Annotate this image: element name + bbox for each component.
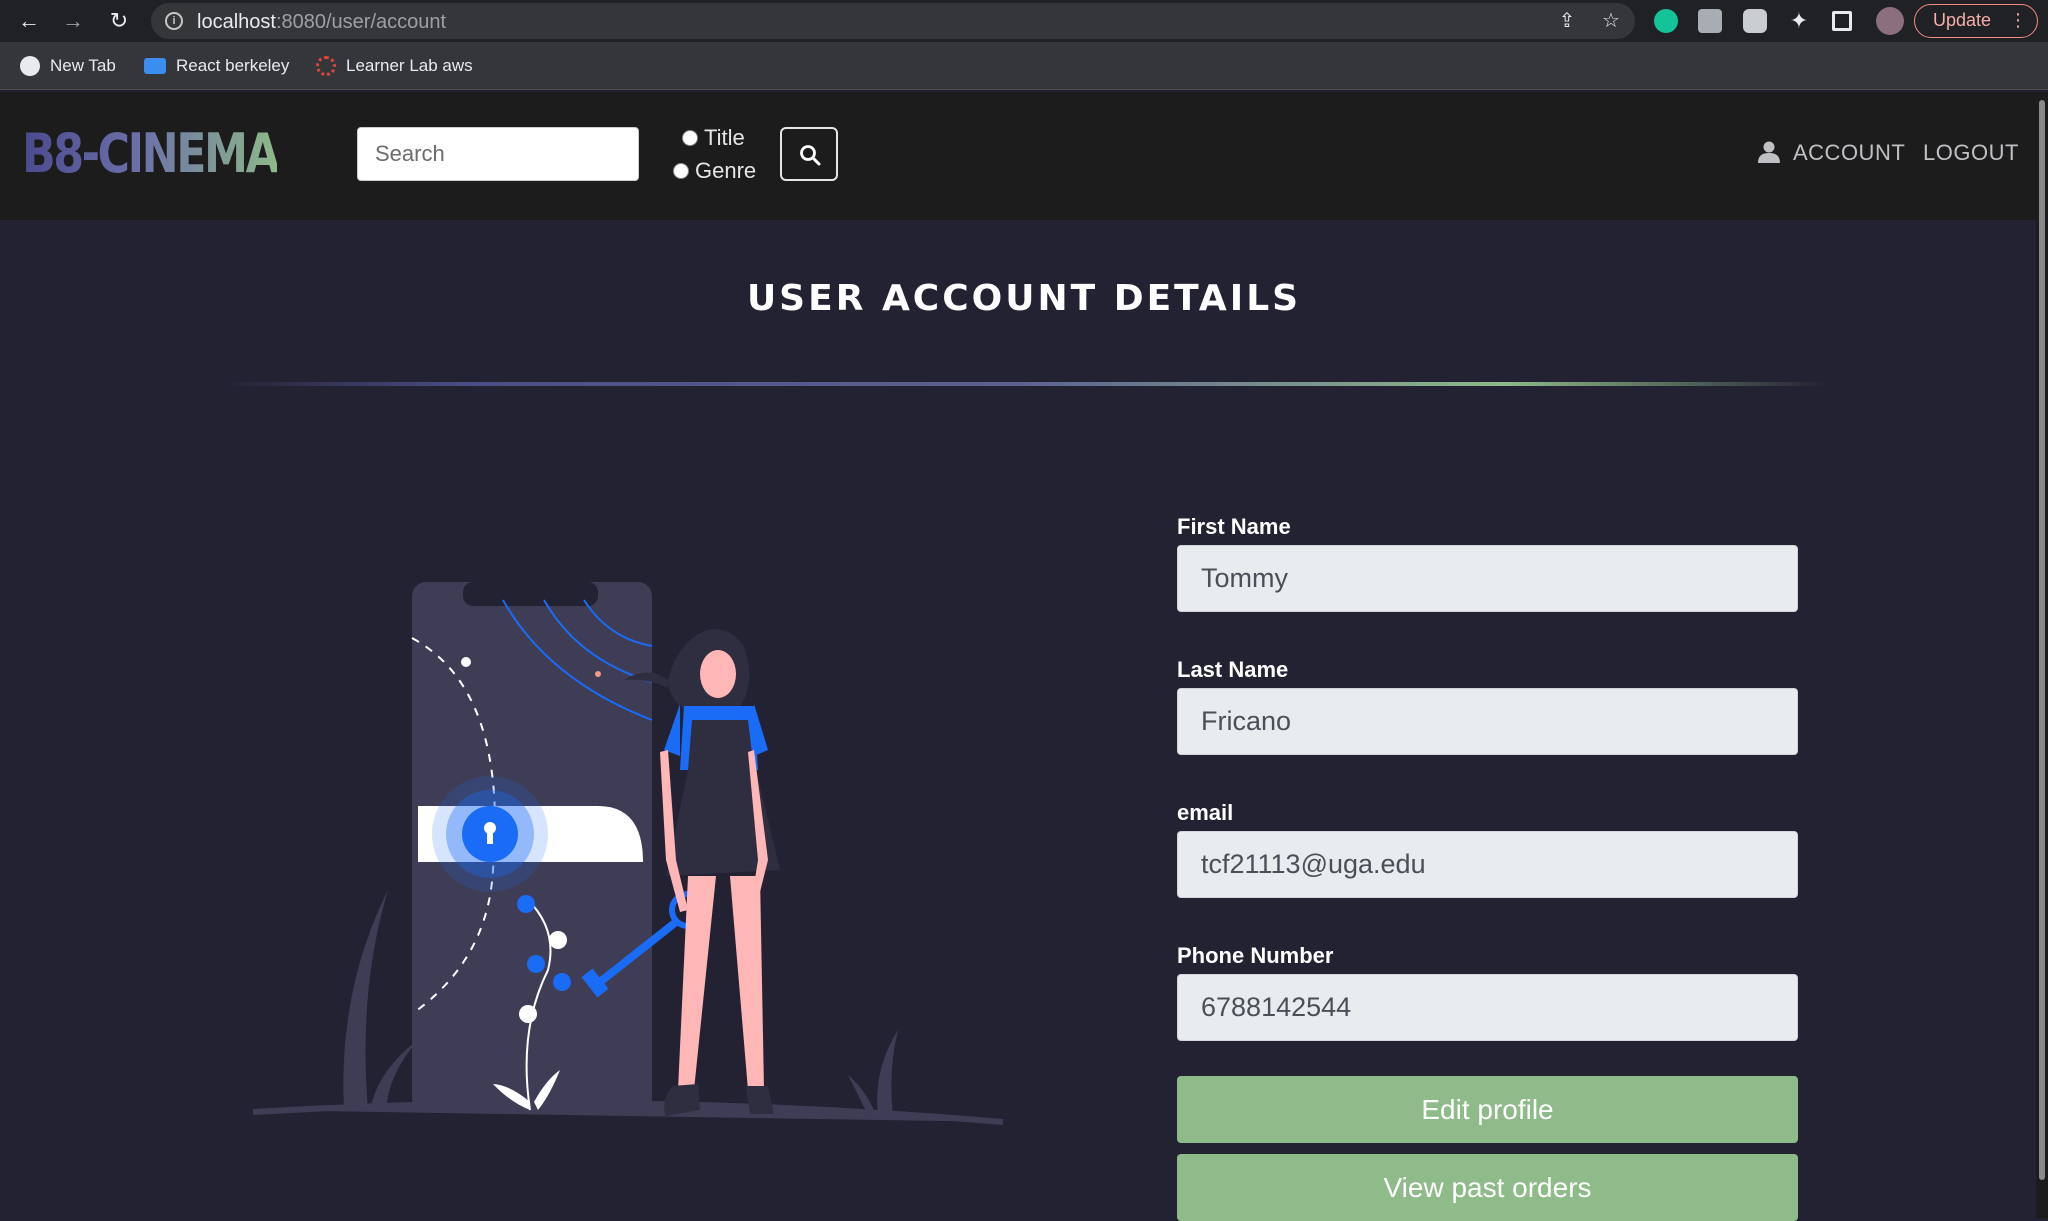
page-title: USER ACCOUNT DETAILS	[746, 278, 1302, 319]
bookmarks-bar: New Tab React berkeley Learner Lab aws	[0, 42, 2048, 90]
update-button[interactable]: Update ⋮	[1914, 4, 2038, 38]
url-text: localhost:8080/user/account	[197, 11, 446, 34]
reload-icon[interactable]: ↻	[106, 8, 132, 34]
url-path: :8080/user/account	[275, 11, 447, 33]
radio-title[interactable]	[682, 130, 698, 146]
last-name-label: Last Name	[1177, 657, 1289, 682]
monitor-icon	[144, 58, 166, 74]
email-field[interactable]	[1177, 831, 1798, 898]
bookmark-react-berkeley[interactable]: React berkeley	[144, 54, 289, 78]
aws-icon	[316, 56, 336, 76]
radio-title-option[interactable]: Title	[682, 125, 745, 151]
share-icon[interactable]: ⇪	[1555, 9, 1579, 33]
grammarly-extension-icon[interactable]	[1654, 9, 1678, 33]
address-bar[interactable]: i localhost:8080/user/account ⇪ ☆	[151, 3, 1635, 39]
extension-icon[interactable]	[1698, 9, 1722, 33]
page-scrollbar[interactable]	[2036, 92, 2048, 1218]
update-label: Update	[1933, 10, 1992, 30]
radio-genre[interactable]	[673, 163, 689, 179]
bookmark-label: Learner Lab aws	[346, 56, 473, 75]
phone-field[interactable]	[1177, 974, 1798, 1041]
scrollbar-thumb[interactable]	[2039, 100, 2045, 1180]
account-link[interactable]: ACCOUNT	[1793, 140, 1905, 166]
globe-icon	[20, 56, 40, 76]
extensions-puzzle-icon[interactable]: ✦	[1787, 9, 1811, 33]
bookmark-new-tab[interactable]: New Tab	[20, 54, 116, 78]
camera-extension-icon[interactable]	[1743, 9, 1767, 33]
bookmark-learner-lab[interactable]: Learner Lab aws	[316, 54, 473, 78]
radio-genre-option[interactable]: Genre	[673, 158, 756, 184]
site-info-icon[interactable]: i	[165, 12, 183, 30]
bookmark-star-icon[interactable]: ☆	[1599, 9, 1623, 33]
search-icon	[800, 145, 821, 166]
gradient-divider	[222, 382, 1826, 386]
side-panel-icon[interactable]	[1832, 11, 1852, 31]
bookmark-label: React berkeley	[176, 56, 290, 75]
forward-arrow-icon[interactable]: →	[60, 8, 86, 34]
first-name-field[interactable]	[1177, 545, 1798, 612]
search-input[interactable]	[357, 127, 639, 181]
security-key-illustration	[252, 582, 1008, 1125]
site-logo[interactable]: B8-CINEMA	[22, 122, 280, 185]
radio-title-label: Title	[704, 125, 745, 150]
back-arrow-icon[interactable]: ←	[16, 8, 42, 34]
profile-avatar[interactable]	[1876, 7, 1904, 35]
search-button[interactable]	[780, 127, 838, 181]
menu-dots-icon: ⋮	[2009, 10, 2027, 30]
edit-profile-button[interactable]: Edit profile	[1177, 1076, 1798, 1143]
app-navbar: B8-CINEMA Title Genre ACCOUNT LOGOUT	[0, 92, 2036, 220]
first-name-label: First Name	[1177, 514, 1291, 539]
browser-toolbar: ← → ↻ i localhost:8080/user/account ⇪ ☆ …	[0, 0, 2048, 42]
user-icon	[1758, 141, 1780, 163]
email-label: email	[1177, 800, 1234, 825]
bookmark-label: New Tab	[50, 56, 116, 75]
view-past-orders-button[interactable]: View past orders	[1177, 1154, 1798, 1221]
radio-genre-label: Genre	[695, 158, 757, 183]
url-host: localhost	[197, 11, 276, 33]
last-name-field[interactable]	[1177, 688, 1798, 755]
account-form: First Name Last Name email Phone Number …	[1177, 514, 1798, 1221]
logout-link[interactable]: LOGOUT	[1923, 140, 2019, 166]
phone-label: Phone Number	[1177, 943, 1334, 968]
